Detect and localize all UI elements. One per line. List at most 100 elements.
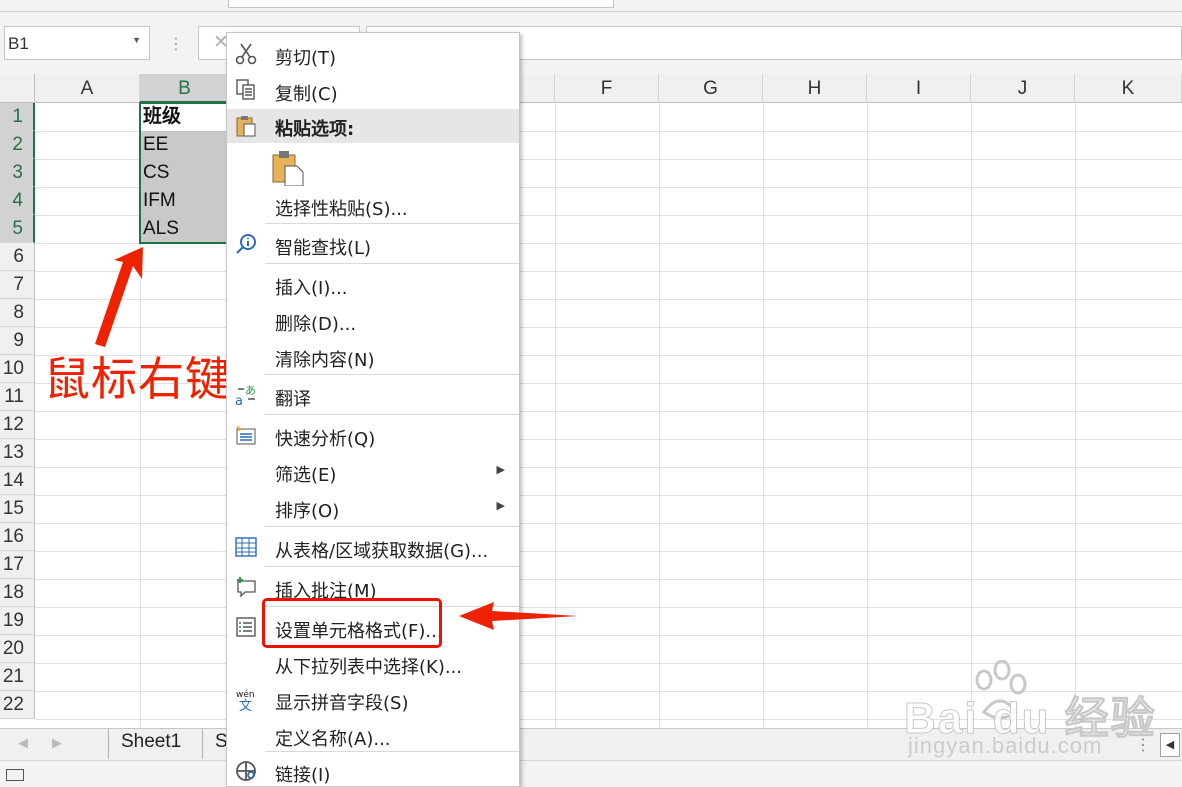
menu-separator [265,526,519,527]
table-icon [235,537,257,557]
row-header[interactable]: 8 [0,299,35,327]
row-header[interactable]: 18 [0,579,35,607]
row-header[interactable]: 10 [0,355,35,383]
tab-next-icon[interactable]: ▶ [52,735,62,751]
menu-item-paste-special[interactable]: 选择性粘贴(S)... [227,188,519,224]
menu-item-insert[interactable]: 插入(I)... [227,267,519,303]
ribbon-strip [0,0,1182,12]
select-all-corner[interactable] [0,74,35,103]
menu-item-link[interactable]: 链接(I) [227,754,519,787]
row-header[interactable]: 2 [0,131,35,159]
svg-text:a: a [235,394,243,407]
highlight-box [262,598,442,648]
menu-item-copy[interactable]: 复制(C) [227,73,519,109]
name-box-value: B1 [8,34,29,53]
menu-item-get-data-from-table[interactable]: 从表格/区域获取数据(G)... [227,530,519,566]
row-header[interactable]: 15 [0,495,35,523]
chevron-down-icon[interactable]: ▼ [132,35,141,45]
column-header-i[interactable]: I [867,74,971,103]
grid-line [35,439,1182,440]
menu-item-sort[interactable]: 排序(O) ▶ [227,490,519,526]
link-icon [236,761,256,781]
submenu-arrow-icon: ▶ [496,499,505,512]
row-header[interactable]: 17 [0,551,35,579]
menu-item-pick-from-list[interactable]: 从下拉列表中选择(K)... [227,646,519,682]
menu-item-label: 选择性粘贴(S)... [275,199,408,220]
status-bar [0,760,1182,787]
menu-item-label: 插入(I)... [275,278,348,299]
copy-icon [236,79,255,100]
menu-item-clear-contents[interactable]: 清除内容(N) [227,339,519,375]
menu-header-label: 粘贴选项: [275,119,355,140]
grid-line [35,271,1182,272]
menu-separator [265,751,519,752]
column-header-f[interactable]: F [555,74,659,103]
row-header[interactable]: 4 [0,187,35,215]
name-box[interactable]: B1 ▼ [4,26,150,60]
menu-item-label: 清除内容(N) [275,350,375,371]
row-header[interactable]: 14 [0,467,35,495]
translate-icon: aあ [235,384,256,407]
row-header[interactable]: 22 [0,691,35,719]
column-header-a[interactable]: A [35,74,140,103]
grid-line [35,327,1182,328]
row-header[interactable]: 21 [0,663,35,691]
grid-line [35,607,1182,608]
formula-bar: B1 ▼ ⋮ ✕ [0,12,1182,74]
quick-analysis-icon [236,425,256,445]
svg-text:あ: あ [245,384,256,397]
column-header-h[interactable]: H [763,74,867,103]
scroll-left-icon[interactable]: ◀ [1160,733,1180,757]
column-header-b[interactable]: B [140,74,230,103]
row-header[interactable]: 9 [0,327,35,355]
menu-item-show-pinyin[interactable]: wén 文 显示拼音字段(S) [227,682,519,718]
drag-handle-icon[interactable]: ⋮ [168,34,184,54]
menu-item-filter[interactable]: 筛选(E) ▶ [227,454,519,490]
menu-item-label: 删除(D)... [275,314,357,335]
menu-item-delete[interactable]: 删除(D)... [227,303,519,339]
tab-prev-icon[interactable]: ◀ [18,735,28,751]
sheet-tab-sheet1[interactable]: Sheet1 [108,729,193,759]
menu-item-label: 快速分析(Q) [275,429,376,450]
menu-item-cut[interactable]: 剪切(T) [227,37,519,73]
format-cells-icon [236,617,256,637]
macro-record-icon[interactable] [6,769,24,781]
grid-line [35,495,1182,496]
row-header[interactable]: 7 [0,271,35,299]
menu-item-label: 剪切(T) [275,48,337,69]
menu-item-label: 智能查找(L) [275,238,372,259]
row-header[interactable]: 13 [0,439,35,467]
row-header[interactable]: 11 [0,383,35,411]
row-header[interactable]: 19 [0,607,35,635]
menu-item-quick-analysis[interactable]: 快速分析(Q) [227,418,519,454]
menu-item-define-name[interactable]: 定义名称(A)... [227,718,519,754]
row-header[interactable]: 1 [0,103,35,131]
paste-icon [236,116,256,137]
menu-item-label: 翻译 [275,389,311,410]
menu-separator [265,263,519,264]
menu-item-label: 复制(C) [275,84,338,105]
menu-item-label: 显示拼音字段(S) [275,693,409,714]
menu-item-smart-lookup[interactable]: 智能查找(L) [227,227,519,263]
menu-item-translate[interactable]: aあ 翻译 [227,378,519,414]
menu-separator [265,566,519,567]
menu-separator [265,223,519,224]
row-header[interactable]: 5 [0,215,35,243]
pinyin-icon: wén文 [236,689,255,711]
column-header-j[interactable]: J [971,74,1075,103]
paste-option-icon[interactable] [271,150,305,186]
column-header-g[interactable]: G [659,74,763,103]
row-header[interactable]: 3 [0,159,35,187]
row-header[interactable]: 6 [0,243,35,271]
row-header[interactable]: 12 [0,411,35,439]
grid-line [35,635,1182,636]
row-header[interactable]: 20 [0,635,35,663]
menu-separator [265,374,519,375]
ribbon-input-remnant [228,0,614,8]
row-header[interactable]: 16 [0,523,35,551]
grid-line [35,467,1182,468]
selection-border [139,102,231,244]
column-header-k[interactable]: K [1075,74,1182,103]
svg-text:文: 文 [239,699,252,711]
menu-item-label: 筛选(E) [275,465,337,486]
